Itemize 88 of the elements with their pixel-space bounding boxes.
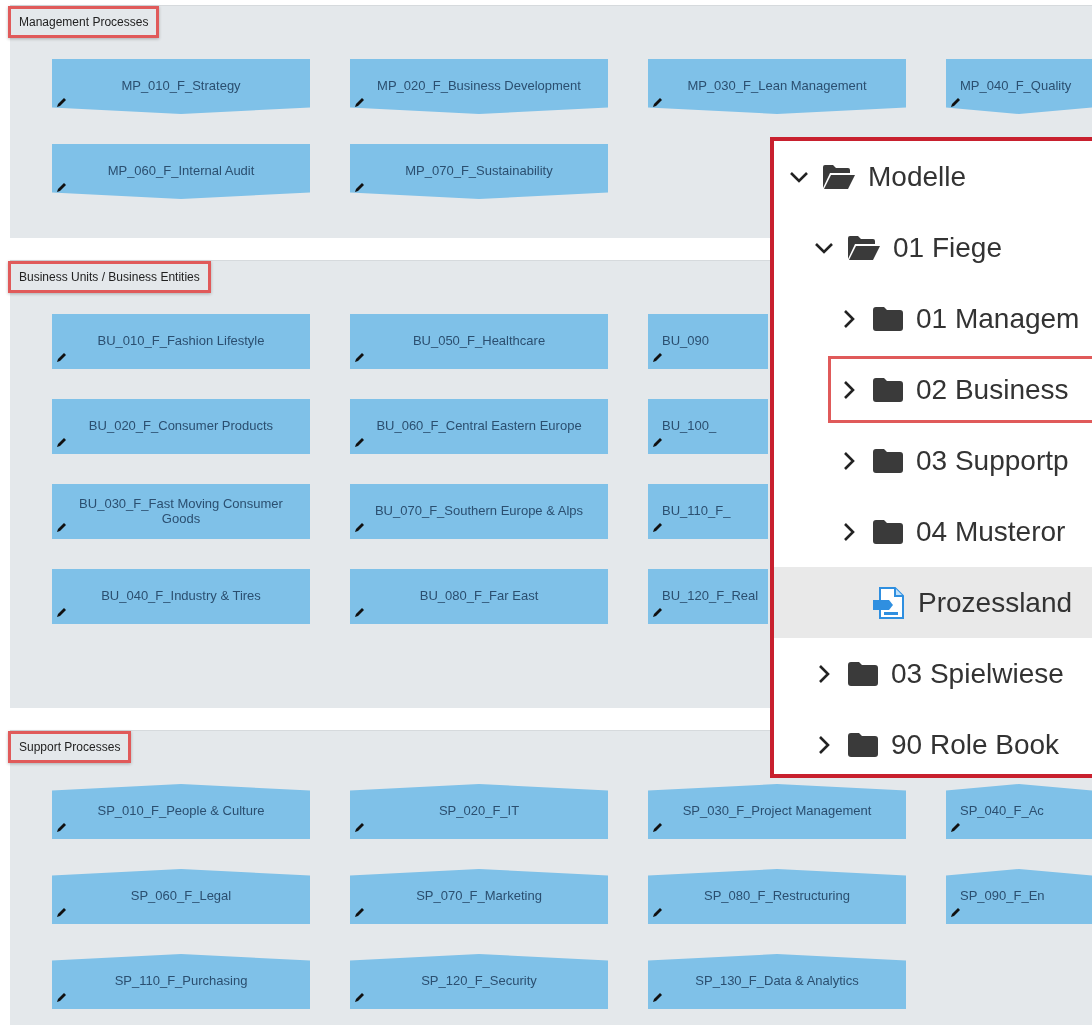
pencil-icon xyxy=(354,522,365,533)
tree-item-label: 01 Managem xyxy=(916,302,1080,335)
process-card[interactable]: SP_070_F_Marketing xyxy=(350,869,608,924)
tree-item[interactable]: Prozessland xyxy=(774,567,1092,638)
process-card[interactable]: SP_060_F_Legal xyxy=(52,869,310,924)
tree-item-label: 90 Role Book xyxy=(891,728,1060,761)
process-card[interactable]: BU_060_F_Central Eastern Europe xyxy=(350,399,608,454)
process-card[interactable]: MP_030_F_Lean Management xyxy=(648,59,906,114)
process-card[interactable]: BU_120_F_Real xyxy=(648,569,768,624)
tree-item[interactable]: 04 Musteror xyxy=(774,496,1092,567)
tree-item[interactable]: 01 Managem xyxy=(774,283,1092,354)
pencil-icon xyxy=(56,352,67,363)
tree-item-label: 03 Supportp xyxy=(916,444,1069,477)
swimlane-title: Support Processes xyxy=(8,731,132,763)
folder-icon xyxy=(872,447,904,474)
tree-item-label: 03 Spielwiese xyxy=(891,657,1064,690)
pencil-icon xyxy=(354,97,365,108)
pencil-icon xyxy=(652,907,663,918)
process-card[interactable]: BU_110_F_ xyxy=(648,484,768,539)
open-folder-icon xyxy=(847,234,881,261)
pencil-icon xyxy=(56,97,67,108)
pencil-icon xyxy=(950,97,961,108)
process-card[interactable]: SP_010_F_People & Culture xyxy=(52,784,310,839)
pencil-icon xyxy=(354,182,365,193)
pencil-icon xyxy=(56,607,67,618)
process-card[interactable]: BU_010_F_Fashion Lifestyle xyxy=(52,314,310,369)
pencil-icon xyxy=(56,437,67,448)
tree-item[interactable]: 03 Spielwiese xyxy=(774,638,1092,709)
folder-icon xyxy=(847,731,879,758)
tree-item-label: 04 Musteror xyxy=(916,515,1066,548)
open-folder-icon xyxy=(822,163,856,190)
pencil-icon xyxy=(354,992,365,1003)
pencil-icon xyxy=(652,607,663,618)
tree-item[interactable]: 02 Business xyxy=(774,354,1092,425)
process-card[interactable]: BU_020_F_Consumer Products xyxy=(52,399,310,454)
pencil-icon xyxy=(56,182,67,193)
pencil-icon xyxy=(56,907,67,918)
pencil-icon xyxy=(56,822,67,833)
pencil-icon xyxy=(652,352,663,363)
swimlane-title: Management Processes xyxy=(8,6,160,38)
pencil-icon xyxy=(56,522,67,533)
tree-item[interactable]: 03 Supportp xyxy=(774,425,1092,496)
process-card[interactable]: MP_020_F_Business Development xyxy=(350,59,608,114)
process-card[interactable]: SP_020_F_IT xyxy=(350,784,608,839)
tree-item-label: 02 Business xyxy=(916,373,1069,406)
process-card[interactable]: SP_090_F_En xyxy=(946,869,1092,924)
pencil-icon xyxy=(354,437,365,448)
process-card[interactable]: BU_050_F_Healthcare xyxy=(350,314,608,369)
pencil-icon xyxy=(354,607,365,618)
document-icon xyxy=(872,585,906,620)
folder-icon xyxy=(872,305,904,332)
process-card[interactable]: BU_090 xyxy=(648,314,768,369)
pencil-icon xyxy=(652,97,663,108)
swimlane-title: Business Units / Business Entities xyxy=(8,261,211,293)
process-card[interactable]: SP_080_F_Restructuring xyxy=(648,869,906,924)
pencil-icon xyxy=(652,522,663,533)
folder-icon xyxy=(872,376,904,403)
pencil-icon xyxy=(950,907,961,918)
process-card[interactable]: BU_080_F_Far East xyxy=(350,569,608,624)
pencil-icon xyxy=(354,352,365,363)
tree-item[interactable]: 90 Role Book xyxy=(774,709,1092,780)
pencil-icon xyxy=(950,822,961,833)
folder-icon xyxy=(847,660,879,687)
folder-icon xyxy=(872,518,904,545)
process-card[interactable]: MP_060_F_Internal Audit xyxy=(52,144,310,199)
process-card[interactable]: BU_040_F_Industry & Tires xyxy=(52,569,310,624)
process-card[interactable]: MP_040_F_Quality xyxy=(946,59,1092,114)
pencil-icon xyxy=(56,992,67,1003)
tree-item[interactable]: 01 Fiege xyxy=(774,212,1092,283)
tree-item-label: Prozessland xyxy=(918,586,1073,619)
process-card[interactable]: BU_070_F_Southern Europe & Alps xyxy=(350,484,608,539)
process-card[interactable]: SP_130_F_Data & Analytics xyxy=(648,954,906,1009)
tree-item[interactable]: Modelle xyxy=(774,141,1092,212)
process-card[interactable]: MP_010_F_Strategy xyxy=(52,59,310,114)
process-card[interactable]: SP_030_F_Project Management xyxy=(648,784,906,839)
process-card[interactable]: SP_110_F_Purchasing xyxy=(52,954,310,1009)
process-card[interactable]: SP_040_F_Ac xyxy=(946,784,1092,839)
process-card[interactable]: MP_070_F_Sustainability xyxy=(350,144,608,199)
tree-item-label: 01 Fiege xyxy=(893,231,1002,264)
pencil-icon xyxy=(354,907,365,918)
pencil-icon xyxy=(652,822,663,833)
process-card[interactable]: BU_030_F_Fast Moving Consumer Goods xyxy=(52,484,310,539)
pencil-icon xyxy=(354,822,365,833)
tree-item-label: Modelle xyxy=(868,160,967,193)
pencil-icon xyxy=(652,992,663,1003)
pencil-icon xyxy=(652,437,663,448)
process-card[interactable]: SP_120_F_Security xyxy=(350,954,608,1009)
process-card[interactable]: BU_100_ xyxy=(648,399,768,454)
